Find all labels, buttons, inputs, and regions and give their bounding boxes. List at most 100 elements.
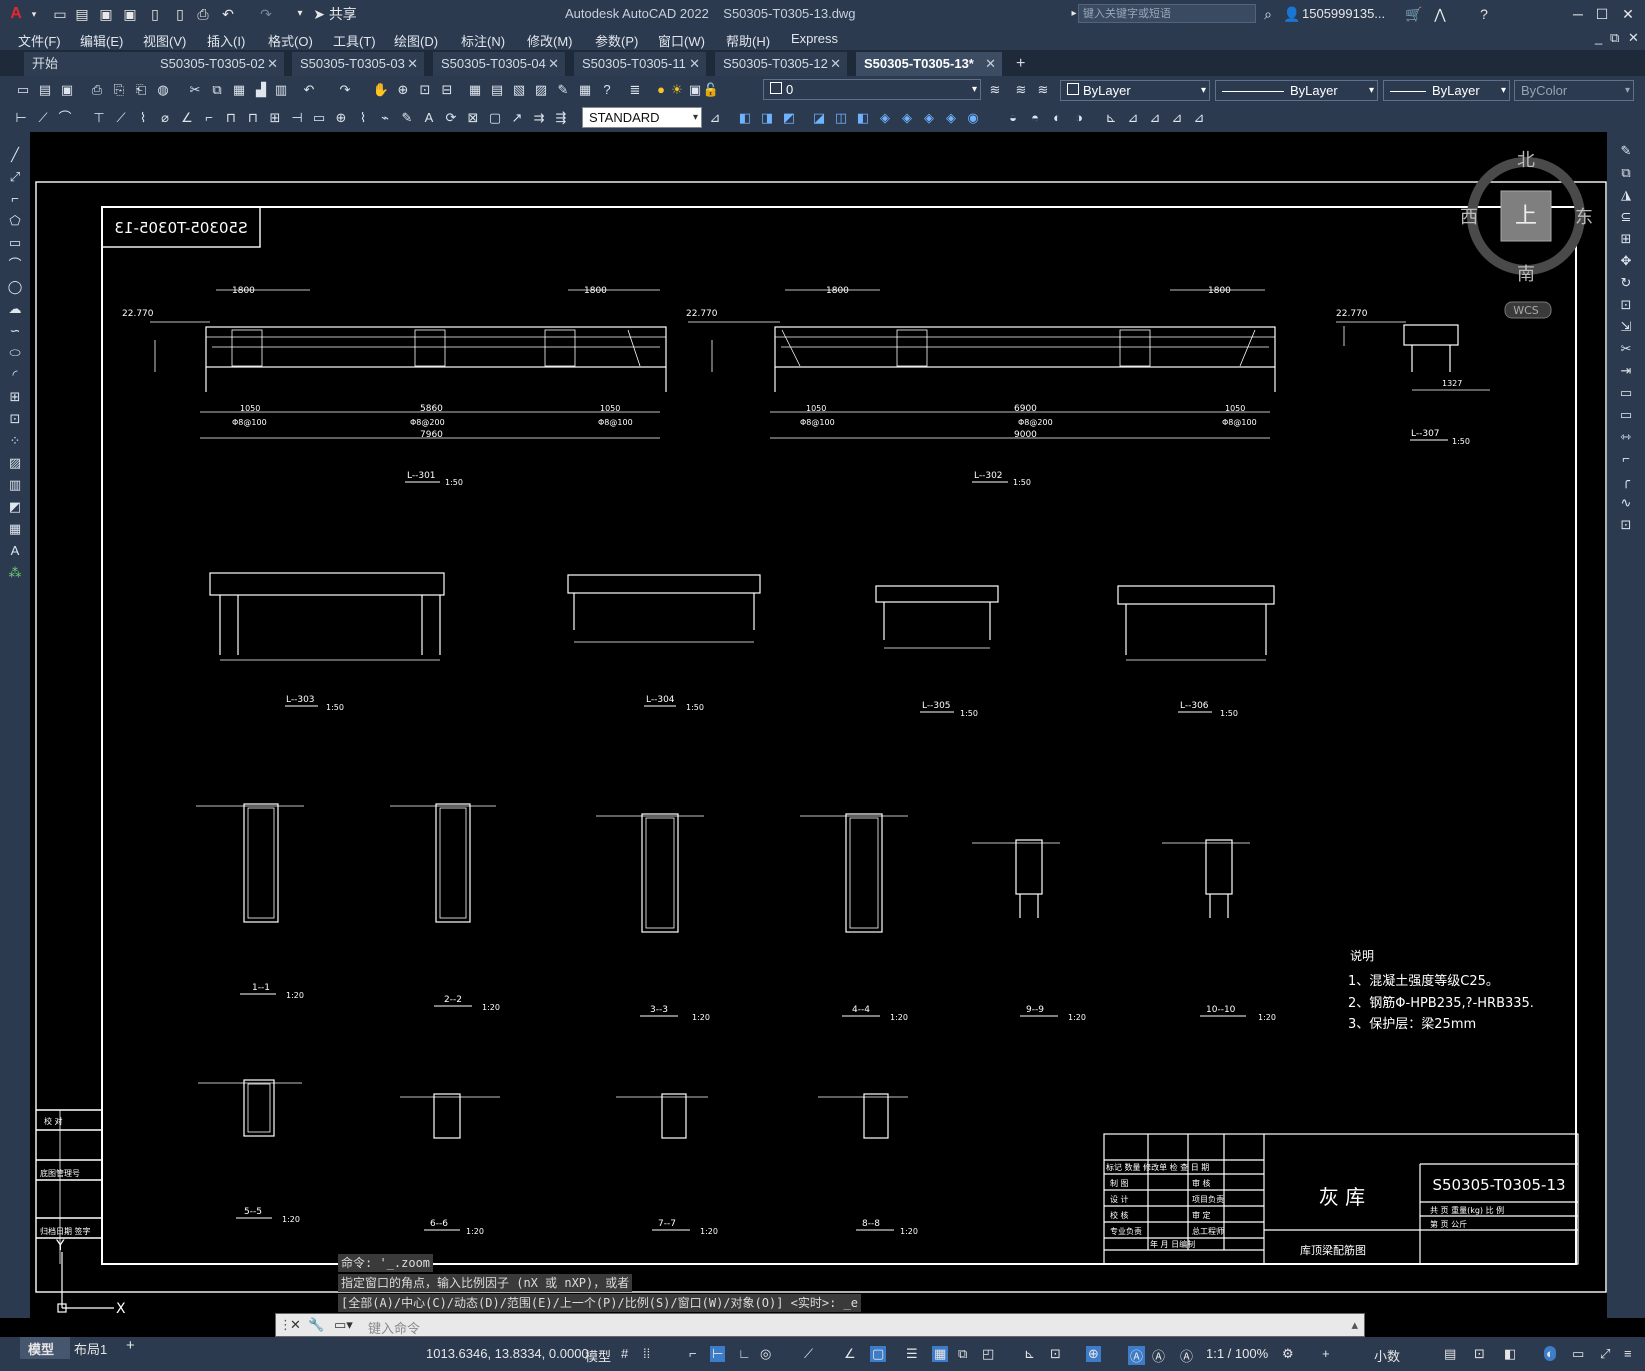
dim-linear-icon[interactable]: ⊢ — [12, 109, 30, 127]
units-dropdown[interactable]: 小数 — [1374, 1346, 1400, 1365]
dim-text-edit-icon[interactable]: A — [420, 109, 438, 127]
ucs-previous-icon[interactable]: ⊿ — [1146, 109, 1164, 127]
menu-draw[interactable]: 绘图(D) — [394, 31, 438, 50]
close-icon[interactable]: ✕ — [1618, 4, 1638, 24]
tab-file-02[interactable]: S50305-T0305-02 ✕ — [152, 52, 284, 76]
open-web-icon[interactable]: ▯ — [145, 4, 165, 24]
mleader-align-icon[interactable]: ⇉ — [530, 109, 548, 127]
paste-icon[interactable]: ▦ — [230, 81, 248, 99]
join-icon[interactable]: ⇿ — [1617, 428, 1635, 446]
save-web-icon[interactable]: ▯ — [170, 4, 190, 24]
tool-palettes-icon[interactable]: ▧ — [510, 81, 528, 99]
layer-state-icon[interactable]: ≋ — [1034, 81, 1052, 99]
multileader-icon[interactable]: ↗ — [508, 109, 526, 127]
inspection-icon[interactable]: ⌇ — [354, 109, 372, 127]
dim-arc-icon[interactable]: ⌒ — [56, 109, 74, 127]
dim-override-icon[interactable]: ▢ — [486, 109, 504, 127]
3d-print-icon[interactable]: ◍ — [154, 81, 172, 99]
cart-icon[interactable]: 🛒 — [1404, 4, 1424, 24]
view-right-icon[interactable]: ◪ — [810, 109, 828, 127]
break-at-point-icon[interactable]: ▭ — [1617, 384, 1635, 402]
viewcube[interactable]: 上 北 南 西 东 WCS — [1460, 150, 1593, 319]
share-button[interactable]: ➤ 共享 — [310, 4, 360, 24]
polygon-icon[interactable]: ⬠ — [6, 212, 24, 230]
dynamic-ucs-icon[interactable]: ⊾ — [1024, 1346, 1035, 1362]
dim-edit-icon[interactable]: ✎ — [398, 109, 416, 127]
center-mark-icon[interactable]: ⊕ — [332, 109, 350, 127]
redo-icon[interactable]: ↷ — [336, 81, 354, 99]
save-icon[interactable]: ▣ — [96, 4, 116, 24]
close-tab-icon[interactable]: ✕ — [407, 52, 418, 76]
dim-update-icon[interactable]: ⟳ — [442, 109, 460, 127]
help-search-input[interactable]: 键入关键字或短语 — [1078, 4, 1256, 23]
annotation-visibility-icon[interactable]: Ⓐ — [1128, 1346, 1146, 1365]
close-tab-icon[interactable]: ✕ — [985, 52, 996, 76]
undo-icon[interactable]: ↶ — [218, 4, 238, 24]
3d-osnap-icon[interactable]: ◰ — [982, 1346, 994, 1362]
mirror-icon[interactable]: ◮ — [1617, 186, 1635, 204]
dim-aligned-icon[interactable]: ⟋ — [34, 109, 52, 127]
transparency-icon[interactable]: ▦ — [932, 1346, 949, 1362]
block-editor-icon[interactable]: ▥ — [272, 81, 290, 99]
offset-icon[interactable]: ⊆ — [1617, 208, 1635, 226]
trim-icon[interactable]: ✂ — [1617, 340, 1635, 358]
drawing-canvas[interactable]: 上 北 南 西 东 WCS S50305-T0305-13 1800 1800 … — [30, 132, 1607, 1318]
ucs-icon[interactable]: ⊾ — [1102, 109, 1120, 127]
print-icon[interactable]: ⎙ — [193, 4, 213, 24]
jogged-linear-icon[interactable]: ⌁ — [376, 109, 394, 127]
blend-curves-icon[interactable]: ∿ — [1617, 494, 1635, 512]
command-input-bar[interactable]: ⋮ ✕ 🔧 ▭▾ 键入命令 ▴ — [275, 1313, 1365, 1337]
point-icon[interactable]: ⁘ — [6, 432, 24, 450]
autodesk-app-icon[interactable]: ⋀ — [1430, 4, 1450, 24]
grid-icon[interactable]: # — [621, 1346, 628, 1361]
dim-break-icon[interactable]: ⊣ — [288, 109, 306, 127]
break-icon[interactable]: ▭ — [1617, 406, 1635, 424]
fillet-icon[interactable]: ╭ — [1617, 472, 1635, 490]
menu-help[interactable]: 帮助(H) — [726, 31, 770, 50]
match-properties-icon[interactable]: ▟ — [252, 81, 270, 99]
menu-modify[interactable]: 修改(M) — [527, 31, 573, 50]
design-center-icon[interactable]: ▤ — [488, 81, 506, 99]
snap-icon[interactable]: ⁞⁞ — [643, 1346, 650, 1361]
add-selected-icon[interactable]: ⁂ — [6, 564, 24, 582]
ucs-object-icon[interactable]: ⊿ — [1190, 109, 1208, 127]
insert-block-icon[interactable]: ⊞ — [6, 388, 24, 406]
menu-file[interactable]: 文件(F) — [18, 31, 61, 50]
camera-icon[interactable]: ◉ — [964, 109, 982, 127]
save-as-icon[interactable]: ▣ — [120, 4, 140, 24]
menu-insert[interactable]: 插入(I) — [207, 31, 245, 50]
doc-close-icon[interactable]: ✕ — [1628, 30, 1639, 46]
plot-preview-icon[interactable]: ⎘ — [110, 81, 128, 99]
dim-style-icon[interactable]: ⊠ — [464, 109, 482, 127]
help-icon[interactable]: ? — [1474, 4, 1494, 24]
fullscreen-icon[interactable]: ⤢ — [1600, 1346, 1610, 1362]
new-file-icon[interactable]: ▭ — [50, 4, 70, 24]
dim-space-icon[interactable]: ⊞ — [266, 109, 284, 127]
command-history-expand-icon[interactable]: ▴ — [1351, 1317, 1358, 1333]
rectangle-icon[interactable]: ▭ — [6, 234, 24, 252]
layer-thaw-sun-icon[interactable]: ☀ — [668, 81, 686, 99]
stretch-icon[interactable]: ⇲ — [1617, 318, 1635, 336]
rotate-icon[interactable]: ↻ — [1617, 274, 1635, 292]
dim-style-manager-icon[interactable]: ⊿ — [706, 109, 724, 127]
zoom-window-icon[interactable]: ⊡ — [416, 81, 434, 99]
save-icon[interactable]: ▣ — [58, 81, 76, 99]
dim-ordinate-icon[interactable]: ⊤ — [90, 109, 108, 127]
view-left-icon[interactable]: ◩ — [780, 109, 798, 127]
spline-icon[interactable]: ∽ — [6, 322, 24, 340]
visual-style-conceptual-icon[interactable]: ◑ — [1070, 109, 1088, 127]
dim-baseline-icon[interactable]: ⊓ — [222, 109, 240, 127]
layer-properties-icon[interactable]: ≣ — [626, 81, 644, 99]
object-snap-tracking-icon[interactable]: ∠ — [844, 1346, 856, 1362]
quick-dim-icon[interactable]: ⌐ — [200, 109, 218, 127]
ortho-icon[interactable]: ∟ — [738, 1346, 751, 1361]
zoom-previous-icon[interactable]: ⊟ — [438, 81, 456, 99]
hatch-icon[interactable]: ▨ — [6, 454, 24, 472]
make-current-layer-icon[interactable]: ≋ — [986, 81, 1004, 99]
lineweight-dropdown[interactable]: ByLayer ▾ — [1383, 80, 1510, 101]
view-front-icon[interactable]: ◫ — [832, 109, 850, 127]
doc-minimize-icon[interactable]: _ — [1595, 30, 1602, 45]
graphics-performance-icon[interactable]: ◐ — [1544, 1346, 1556, 1361]
menu-parametric[interactable]: 参数(P) — [595, 31, 638, 50]
scale-icon[interactable]: ⊡ — [1617, 296, 1635, 314]
